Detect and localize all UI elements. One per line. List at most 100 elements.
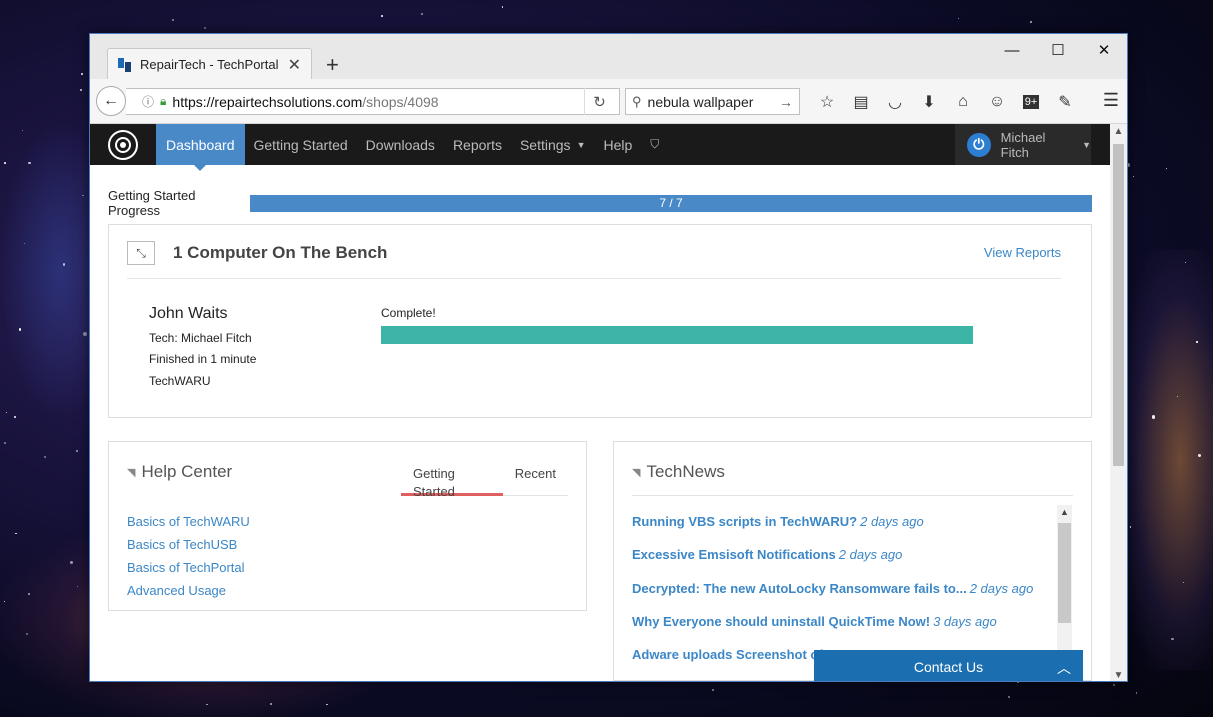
chevron-up-icon[interactable]: ▲ xyxy=(1057,507,1072,517)
nav-dashboard[interactable]: Dashboard xyxy=(156,124,245,171)
news-item[interactable]: Excessive Emsisoft Notifications 2 days a… xyxy=(632,547,902,562)
star xyxy=(1165,167,1168,170)
nav-settings[interactable]: Settings ▼ xyxy=(511,124,595,165)
star xyxy=(204,26,207,29)
job-progress-bar xyxy=(381,326,973,344)
site-content: Dashboard Getting Started Downloads Repo… xyxy=(90,124,1111,681)
technews-panel: ◥ TechNews Running VBS scripts in TechWA… xyxy=(613,441,1092,681)
star xyxy=(421,13,424,16)
job-status: Complete! xyxy=(381,306,436,320)
star xyxy=(4,442,7,445)
home-icon[interactable]: ⌂ xyxy=(946,93,980,111)
url-host: https://repairtechsolutions.com xyxy=(172,93,363,110)
news-scrollbar[interactable]: ▲ xyxy=(1057,505,1072,655)
help-link[interactable]: Basics of TechPortal xyxy=(127,560,245,575)
reload-icon[interactable]: ↻ xyxy=(584,88,614,115)
power-icon: ⏻ xyxy=(967,132,991,157)
lock-icon: 🔒︎ xyxy=(160,94,167,108)
news-title[interactable]: Excessive Emsisoft Notifications xyxy=(632,547,836,562)
help-center-title-text: Help Center xyxy=(141,462,233,481)
chevron-up-icon: ︿ xyxy=(1057,660,1071,676)
reader-icon[interactable]: ▤ xyxy=(844,92,878,112)
browser-titlebar: RepairTech - TechPortal ✕ + — ☐ ✕ xyxy=(90,34,1127,80)
close-icon[interactable]: ✕ xyxy=(1081,34,1127,66)
star xyxy=(25,632,28,635)
news-scroll-thumb[interactable] xyxy=(1058,523,1071,623)
new-tab-icon[interactable]: + xyxy=(326,52,339,78)
star xyxy=(1133,176,1135,178)
star xyxy=(501,6,504,8)
progress-bar: 7 / 7 xyxy=(250,194,1092,212)
star xyxy=(1029,20,1032,23)
nav-getting-started[interactable]: Getting Started xyxy=(245,124,357,165)
star xyxy=(172,18,175,21)
news-title[interactable]: Why Everyone should uninstall QuickTime … xyxy=(632,614,930,629)
info-icon[interactable]: ⓘ xyxy=(142,93,154,110)
nav-downloads[interactable]: Downloads xyxy=(357,124,444,165)
pocket-icon[interactable]: ◡ xyxy=(878,92,912,112)
chevron-up-icon[interactable]: ▲ xyxy=(1110,126,1127,137)
nav-reports[interactable]: Reports xyxy=(444,124,511,165)
star xyxy=(62,263,65,266)
url-path: /shops/4098 xyxy=(362,93,439,110)
repairtech-favicon-icon xyxy=(118,57,132,72)
user-name: Michael Fitch xyxy=(1000,129,1046,160)
tab-close-icon[interactable]: ✕ xyxy=(288,55,301,75)
url-bar[interactable]: ⓘ 🔒︎ https://repairtechsolutions.com/sho… xyxy=(126,88,620,115)
divider xyxy=(632,495,1073,496)
progress-label: Getting Started Progress xyxy=(108,188,196,218)
menu-icon[interactable]: ☰ xyxy=(1103,90,1119,111)
bench-title: 1 Computer On The Bench xyxy=(173,243,388,262)
nav-help[interactable]: Help xyxy=(594,124,641,165)
help-link[interactable]: Advanced Usage xyxy=(127,583,226,598)
star xyxy=(381,15,383,18)
bench-header: ⤡ 1 Computer On The Bench View Reports xyxy=(127,241,1061,279)
star xyxy=(1112,683,1115,686)
search-input[interactable]: ⚲ nebula wallpaper → xyxy=(625,88,800,115)
star xyxy=(957,17,959,19)
job-customer-name[interactable]: John Waits xyxy=(149,305,228,323)
news-title[interactable]: Running VBS scripts in TechWARU? xyxy=(632,514,857,529)
notifications-icon[interactable]: 9+ xyxy=(1014,94,1048,109)
tab-recent[interactable]: Recent xyxy=(503,463,568,496)
star xyxy=(76,450,79,453)
browser-toolbar: ☆ ▤ ◡ ⬇ ⌂ ☺ 9+ ✎ xyxy=(810,79,1082,124)
page-scroll-thumb[interactable] xyxy=(1113,144,1124,466)
site-navbar: Dashboard Getting Started Downloads Repo… xyxy=(90,124,1111,171)
chat-icon[interactable]: ☺ xyxy=(980,93,1014,111)
browser-window: RepairTech - TechPortal ✕ + — ☐ ✕ ← ⓘ 🔒︎… xyxy=(89,33,1128,682)
rss-icon: ◥ xyxy=(632,466,641,479)
help-link[interactable]: Basics of TechWARU xyxy=(127,514,250,529)
chevron-down-icon[interactable]: ▼ xyxy=(1110,670,1127,681)
news-item[interactable]: Running VBS scripts in TechWARU? 2 days a… xyxy=(632,514,924,529)
star xyxy=(206,703,208,706)
news-title[interactable]: Adware uploads Screenshot of y... xyxy=(632,647,843,662)
news-title[interactable]: Decrypted: The new AutoLocky Ransomware … xyxy=(632,581,967,596)
news-item[interactable]: Decrypted: The new AutoLocky Ransomware … xyxy=(632,581,1033,596)
browser-tab[interactable]: RepairTech - TechPortal ✕ xyxy=(107,48,312,80)
user-menu[interactable]: ⏻ Michael Fitch ▼ xyxy=(955,124,1091,165)
tab-getting-started[interactable]: Getting Started xyxy=(401,463,503,499)
download-icon[interactable]: ⬇ xyxy=(912,92,946,112)
minimize-icon[interactable]: — xyxy=(989,34,1035,66)
help-link[interactable]: Basics of TechUSB xyxy=(127,537,237,552)
tools-icon[interactable]: ✎ xyxy=(1048,92,1082,112)
news-item[interactable]: Why Everyone should uninstall QuickTime … xyxy=(632,614,997,629)
news-time: 2 days ago xyxy=(838,547,903,562)
getting-started-progress: Getting Started Progress 7 / 7 xyxy=(108,188,1092,218)
search-go-arrow-icon[interactable]: → xyxy=(779,94,793,110)
bench-panel: ⤡ 1 Computer On The Bench View Reports J… xyxy=(108,224,1092,418)
search-icon: ⚲ xyxy=(632,93,642,109)
view-reports-link[interactable]: View Reports xyxy=(984,245,1061,260)
repairtech-logo[interactable] xyxy=(90,124,156,165)
shield-icon[interactable]: ⛉ xyxy=(641,124,668,165)
nav-settings-label: Settings xyxy=(519,136,571,153)
star xyxy=(15,532,17,535)
expand-icon[interactable]: ⤡ xyxy=(127,241,155,265)
help-center-tabs: Getting Started Recent xyxy=(401,463,568,499)
back-arrow-icon[interactable]: ← xyxy=(96,86,126,116)
star-icon[interactable]: ☆ xyxy=(810,92,844,112)
page-scrollbar[interactable]: ▲ ▼ xyxy=(1110,124,1127,681)
contact-us-button[interactable]: Contact Us ︿ xyxy=(814,650,1083,681)
maximize-icon[interactable]: ☐ xyxy=(1035,34,1081,66)
